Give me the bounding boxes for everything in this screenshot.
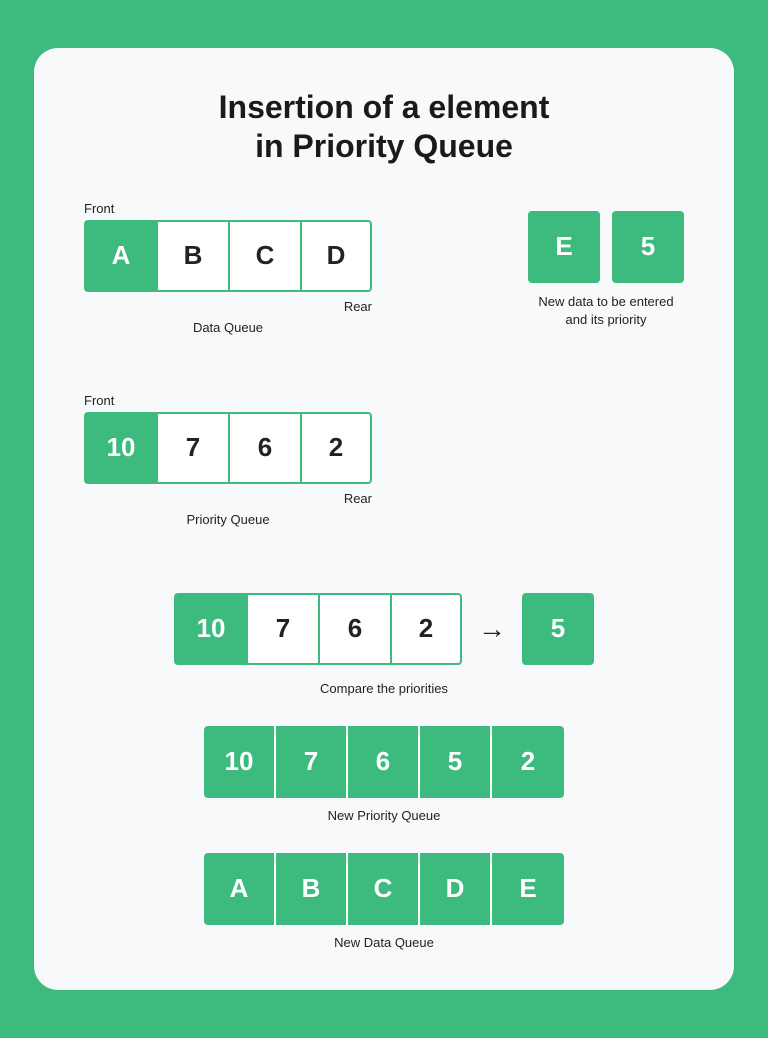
queues-left: Front A B C D Rear Data Queue Front [84,201,372,557]
compare-new-cell: 5 [522,593,594,665]
data-queue-bottom-label: Data Queue [84,320,372,335]
new-priority-queue-row: 10 7 6 5 2 [204,726,564,798]
new-data-queue-section: A B C D E New Data Queue [84,853,684,950]
main-card: Insertion of a elementin Priority Queue … [34,48,734,990]
new-dq-cell-1: B [276,853,348,925]
priority-queue-section: Front 10 7 6 2 Rear Priority Queue [84,393,372,527]
priority-queue-front-label: Front [84,393,372,408]
new-dq-cell-3: D [420,853,492,925]
new-dq-label: New Data Queue [334,935,434,950]
data-queue-row: A B C D [84,220,372,292]
new-pq-cell-0: 10 [204,726,276,798]
data-queue-cell-3: D [300,220,372,292]
new-data-letter: E [528,211,600,283]
arrow-icon: → [478,613,506,645]
compare-section: 10 7 6 2 → 5 Compare the priorities [84,593,684,696]
priority-queue-wrapper: 10 7 6 2 Rear [84,412,372,484]
compare-row: 10 7 6 2 → 5 [174,593,594,665]
data-queue-wrapper: A B C D Rear [84,220,372,292]
priority-queue-rear-label: Rear [344,491,372,506]
priority-queue-cell-2: 6 [228,412,300,484]
page-title: Insertion of a elementin Priority Queue [84,88,684,165]
data-queue-cell-0: A [84,220,156,292]
priority-queue-cell-3: 2 [300,412,372,484]
new-dq-cell-2: C [348,853,420,925]
new-data-boxes: E 5 [528,211,684,283]
priority-queue-cell-1: 7 [156,412,228,484]
new-pq-cell-3: 5 [420,726,492,798]
priority-queue-row: 10 7 6 2 [84,412,372,484]
compare-cell-3: 2 [390,593,462,665]
top-section: Front A B C D Rear Data Queue Front [84,201,684,557]
data-queue-section: Front A B C D Rear Data Queue [84,201,372,335]
data-queue-cell-1: B [156,220,228,292]
new-data-priority: 5 [612,211,684,283]
compare-cell-0: 10 [174,593,246,665]
data-queue-cell-2: C [228,220,300,292]
new-dq-cell-0: A [204,853,276,925]
priority-queue-cell-0: 10 [84,412,156,484]
compare-cell-2: 6 [318,593,390,665]
new-pq-cell-2: 6 [348,726,420,798]
compare-priority-row: 10 7 6 2 [174,593,462,665]
compare-cell-1: 7 [246,593,318,665]
compare-label: Compare the priorities [320,681,448,696]
new-data-label: New data to be enteredand its priority [538,293,673,329]
priority-queue-bottom-label: Priority Queue [84,512,372,527]
data-queue-front-label: Front [84,201,372,216]
new-pq-label: New Priority Queue [328,808,441,823]
new-data-section: E 5 New data to be enteredand its priori… [528,211,684,329]
new-pq-cell-4: 2 [492,726,564,798]
new-data-queue-row: A B C D E [204,853,564,925]
new-pq-cell-1: 7 [276,726,348,798]
data-queue-rear-label: Rear [344,299,372,314]
new-dq-cell-4: E [492,853,564,925]
new-priority-queue-section: 10 7 6 5 2 New Priority Queue [84,726,684,823]
